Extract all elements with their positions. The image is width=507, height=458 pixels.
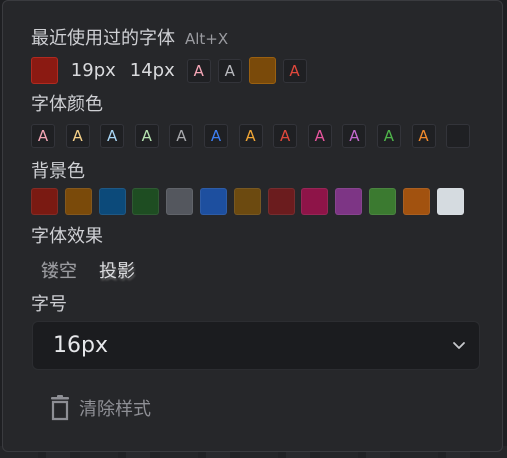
font-style-popover: 最近使用过的字体 Alt+X 19px 14px A A A 字体颜色 AAAAA…: [2, 0, 503, 452]
trash-icon: [51, 395, 69, 421]
font-effects-row: 镂空 投影: [31, 257, 157, 283]
background-color-swatch-11[interactable]: [368, 188, 396, 215]
recent-bg-swatch-dark-red[interactable]: [31, 57, 58, 84]
effect-hollow-button[interactable]: 镂空: [41, 257, 77, 283]
font-color-swatch-2[interactable]: A: [65, 124, 90, 148]
recent-fonts-label: 最近使用过的字体: [31, 28, 175, 49]
recent-font-color-gray[interactable]: A: [217, 58, 242, 83]
background-color-swatch-2[interactable]: [64, 188, 92, 215]
font-color-swatch-10[interactable]: A: [342, 124, 367, 148]
font-color-swatch-5[interactable]: A: [169, 124, 194, 148]
font-color-swatch-13[interactable]: [446, 124, 471, 148]
font-size-value: 16px: [53, 333, 108, 358]
background-color-swatch-4[interactable]: [132, 188, 160, 215]
chevron-down-icon: [453, 342, 465, 349]
background-color-swatch-9[interactable]: [301, 188, 329, 215]
font-size-select[interactable]: 16px: [32, 321, 480, 370]
font-color-swatch-4[interactable]: A: [134, 124, 159, 148]
font-effects-title: 字体效果: [31, 226, 103, 247]
background-color-title: 背景色: [31, 161, 85, 182]
background-color-swatch-10[interactable]: [335, 188, 363, 215]
font-color-swatch-1[interactable]: A: [31, 124, 55, 148]
background-color-swatch-1[interactable]: [31, 188, 58, 215]
effect-shadow-button[interactable]: 投影: [99, 257, 135, 283]
recent-fonts-row: 19px 14px A A A: [31, 57, 314, 84]
background-color-swatch-8[interactable]: [267, 188, 295, 215]
font-size-title: 字号: [31, 294, 67, 315]
background-color-swatch-7[interactable]: [233, 188, 261, 215]
recent-font-color-pink[interactable]: A: [186, 58, 211, 83]
font-color-swatch-9[interactable]: A: [307, 124, 332, 148]
clear-style-label: 清除样式: [79, 399, 151, 420]
font-color-swatch-12[interactable]: A: [411, 124, 436, 148]
recent-size-14[interactable]: 14px: [130, 60, 175, 81]
recent-font-color-red[interactable]: A: [282, 58, 307, 83]
background-color-row: [31, 188, 470, 215]
recent-bg-swatch-brown[interactable]: [248, 57, 276, 84]
background-color-swatch-12[interactable]: [402, 188, 430, 215]
recent-fonts-shortcut: Alt+X: [185, 30, 229, 48]
background-color-swatch-3[interactable]: [98, 188, 126, 215]
recent-fonts-title: 最近使用过的字体 Alt+X: [31, 28, 228, 50]
clear-style-button[interactable]: 清除样式: [49, 395, 151, 421]
background-color-swatch-6[interactable]: [199, 188, 227, 215]
font-color-row: AAAAAAAAAAAA: [31, 124, 481, 148]
font-color-title: 字体颜色: [31, 94, 103, 115]
background-color-swatch-13[interactable]: [436, 188, 464, 215]
font-color-swatch-3[interactable]: A: [100, 124, 125, 148]
font-color-swatch-8[interactable]: A: [273, 124, 298, 148]
font-color-swatch-7[interactable]: A: [238, 124, 263, 148]
background-color-swatch-5[interactable]: [166, 188, 194, 215]
recent-size-19[interactable]: 19px: [71, 60, 116, 81]
font-color-swatch-11[interactable]: A: [376, 124, 401, 148]
font-color-swatch-6[interactable]: A: [203, 124, 228, 148]
